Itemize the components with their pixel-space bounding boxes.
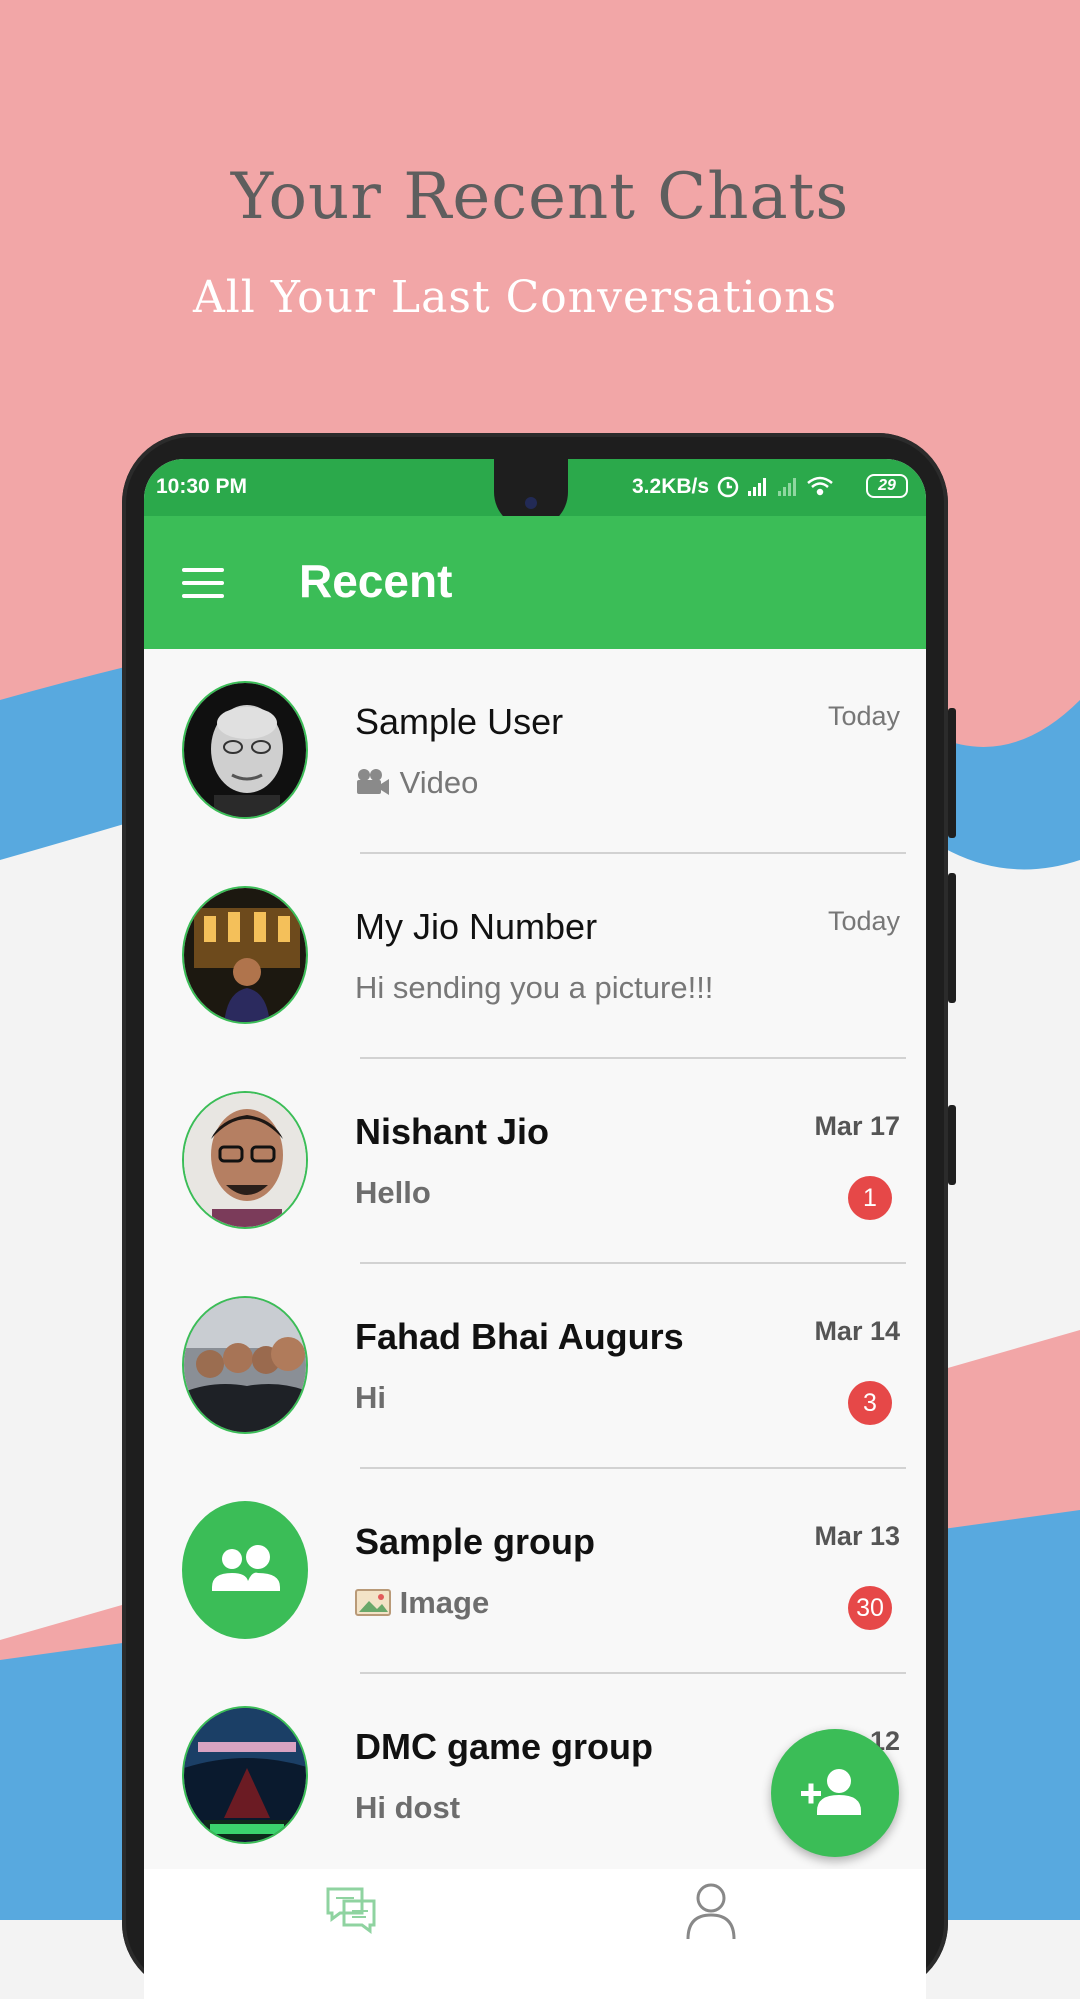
unread-badge: 3 xyxy=(848,1381,892,1425)
unread-badge: 30 xyxy=(848,1586,892,1630)
avatar xyxy=(182,886,308,1024)
chat-name: Fahad Bhai Augurs xyxy=(355,1316,684,1357)
chat-name: Sample User xyxy=(355,701,564,742)
status-time: 10:30 PM xyxy=(156,475,248,498)
front-camera xyxy=(525,497,537,509)
promo-title: Your Recent Chats xyxy=(230,160,850,234)
avatar xyxy=(182,681,308,819)
signal-weak-icon xyxy=(778,478,796,496)
chat-name: Sample group xyxy=(355,1521,596,1562)
chat-row[interactable]: My Jio Number Hi sending you a picture!!… xyxy=(144,854,926,1059)
chat-row[interactable]: Nishant Jio Hello Mar 17 1 xyxy=(144,1059,926,1264)
avatar xyxy=(182,1501,308,1639)
chat-list: Sample User Video Today My Jio Number Hi… xyxy=(144,649,926,1879)
chat-date: Mar 13 xyxy=(814,1521,900,1551)
chat-preview-text: Video xyxy=(399,765,479,800)
chat-preview: Hi xyxy=(355,1380,386,1415)
chat-preview: Hi dost xyxy=(355,1790,461,1825)
image-icon xyxy=(355,1589,391,1616)
bottom-nav xyxy=(144,1869,926,1999)
add-contact-button[interactable] xyxy=(771,1729,899,1857)
chat-name: DMC game group xyxy=(355,1726,654,1767)
battery-icon: 29 xyxy=(866,474,908,498)
chat-preview: Hello xyxy=(355,1175,431,1210)
wifi-icon xyxy=(807,476,833,496)
chat-date: Today xyxy=(827,906,900,936)
video-camera-icon xyxy=(357,769,389,795)
phone-screen: 10:30 PM 3.2KB/s 29 Recent Sample User V… xyxy=(144,459,926,1999)
phone-frame: 10:30 PM 3.2KB/s 29 Recent Sample User V… xyxy=(122,433,956,1999)
status-icons xyxy=(717,476,833,498)
chat-date: Today xyxy=(827,701,900,731)
hamburger-menu-icon[interactable] xyxy=(182,566,226,600)
chat-row[interactable]: Sample User Video Today xyxy=(144,649,926,854)
unread-badge: 1 xyxy=(848,1176,892,1220)
chat-preview-text: Image xyxy=(399,1585,490,1620)
promo-subtitle: All Your Last Conversations xyxy=(192,272,838,323)
chats-icon[interactable] xyxy=(324,1885,378,1935)
group-icon xyxy=(212,1545,280,1591)
avatar xyxy=(182,1091,308,1229)
chat-preview: Video xyxy=(355,765,478,801)
chat-date: Mar 17 xyxy=(814,1111,900,1141)
avatar xyxy=(182,1296,308,1434)
phone-side-button xyxy=(948,1105,956,1185)
chat-row[interactable]: Sample group Image Mar 13 30 xyxy=(144,1469,926,1674)
status-bar: 10:30 PM 3.2KB/s 29 xyxy=(144,459,926,529)
avatar xyxy=(182,1706,308,1844)
phone-side-button xyxy=(948,708,956,838)
status-speed: 3.2KB/s xyxy=(632,475,710,498)
app-bar: Recent xyxy=(144,516,926,649)
chat-name: My Jio Number xyxy=(355,906,598,947)
chat-row[interactable]: Fahad Bhai Augurs Hi Mar 14 3 xyxy=(144,1264,926,1469)
phone-side-button xyxy=(948,873,956,1003)
profile-icon[interactable] xyxy=(684,1881,738,1939)
signal-icon xyxy=(748,478,766,496)
chat-preview: Image xyxy=(355,1585,489,1621)
add-contact-icon xyxy=(801,1769,861,1815)
chat-date: Mar 14 xyxy=(814,1316,900,1346)
chat-preview: Hi sending you a picture!!! xyxy=(355,970,714,1005)
chat-name: Nishant Jio xyxy=(355,1111,550,1152)
app-title: Recent xyxy=(299,555,453,607)
alarm-icon xyxy=(717,476,739,498)
